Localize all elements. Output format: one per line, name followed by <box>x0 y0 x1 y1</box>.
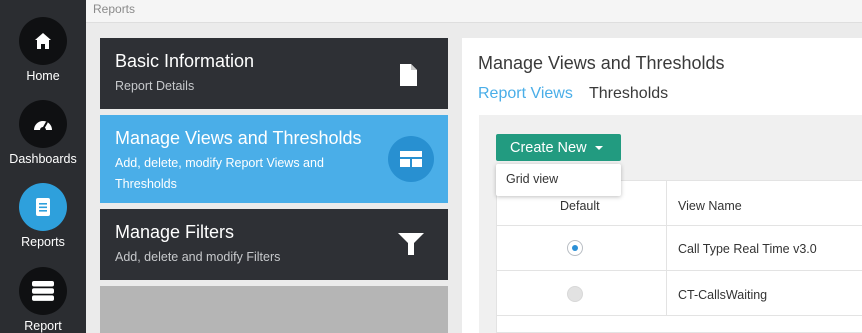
nav-item-reports[interactable]: Reports <box>0 183 86 249</box>
left-nav: Home Dashboards Reports Report <box>0 0 86 333</box>
home-icon <box>19 17 67 65</box>
step-manage-filters[interactable]: Manage Filters Add, delete and modify Fi… <box>100 209 448 280</box>
step-basic-information[interactable]: Basic Information Report Details <box>100 38 448 109</box>
create-new-label: Create New <box>510 139 587 156</box>
breadcrumb[interactable]: Reports <box>93 2 135 16</box>
column-header-default: Default <box>560 199 600 213</box>
nav-label-home: Home <box>26 69 60 83</box>
caret-down-icon <box>594 145 603 150</box>
step-title: Basic Information <box>115 51 255 71</box>
nav-item-report[interactable]: Report <box>0 267 86 333</box>
step-subtitle: Add, delete, modify Report Views and Thr… <box>115 156 324 191</box>
table-row[interactable]: Call Type Real Time v3.0 <box>497 226 862 271</box>
nav-item-dashboards[interactable]: Dashboards <box>0 100 86 166</box>
nav-label-report: Report <box>24 319 62 333</box>
views-content: Create New Default View Name Call Type R… <box>479 115 862 333</box>
create-new-dropdown: Grid view <box>496 164 621 196</box>
nav-label-dashboards: Dashboards <box>9 152 77 166</box>
step-manage-views[interactable]: Manage Views and Thresholds Add, delete,… <box>100 115 448 203</box>
step-subtitle: Report Details <box>115 79 195 93</box>
step-title: Manage Views and Thresholds <box>115 128 362 148</box>
document-icon <box>400 64 417 86</box>
step-placeholder <box>100 286 448 333</box>
step-title: Manage Filters <box>115 222 235 242</box>
create-new-button[interactable]: Create New <box>496 134 621 161</box>
filter-icon <box>398 233 424 255</box>
menu-item-grid-view[interactable]: Grid view <box>506 172 558 186</box>
panel-title: Manage Views and Thresholds <box>478 53 725 73</box>
nav-item-home[interactable]: Home <box>0 17 86 83</box>
report-icon <box>19 183 67 231</box>
gauge-icon <box>19 100 67 148</box>
view-name-cell: CT-CallsWaiting <box>678 288 768 302</box>
nav-label-reports: Reports <box>21 235 65 249</box>
column-header-view-name: View Name <box>678 199 742 213</box>
view-name-cell: Call Type Real Time v3.0 <box>678 242 817 256</box>
top-bar: Reports <box>86 0 862 23</box>
tab-thresholds[interactable]: Thresholds <box>589 85 668 103</box>
server-icon <box>19 267 67 315</box>
tab-report-views[interactable]: Report Views <box>478 85 573 103</box>
step-subtitle: Add, delete and modify Filters <box>115 250 281 264</box>
layout-icon <box>388 136 434 182</box>
table-row[interactable]: CT-CallsWaiting <box>497 271 862 316</box>
views-table: Default View Name Call Type Real Time v3… <box>496 180 862 333</box>
default-radio-unselected[interactable] <box>567 286 583 302</box>
default-radio-selected[interactable] <box>567 240 583 256</box>
